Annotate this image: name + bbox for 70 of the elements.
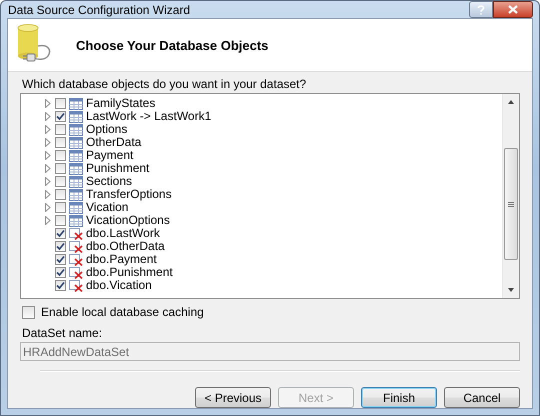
table-icon xyxy=(69,110,83,122)
tree-item-label[interactable]: dbo.Punishment xyxy=(86,266,173,279)
tree-item-label[interactable]: Punishment xyxy=(86,162,150,175)
expand-icon[interactable] xyxy=(43,164,52,173)
checkbox[interactable] xyxy=(55,280,66,291)
expand-icon[interactable] xyxy=(43,99,52,108)
expand-icon[interactable] xyxy=(43,138,52,147)
expand-icon[interactable] xyxy=(43,112,52,121)
broken-table-icon xyxy=(69,254,83,266)
tree-item-label[interactable]: dbo.Vication xyxy=(86,279,152,292)
table-icon xyxy=(69,176,83,188)
tree-item-label[interactable]: dbo.OtherData xyxy=(86,240,165,253)
page-title: Choose Your Database Objects xyxy=(76,38,268,52)
checkbox[interactable] xyxy=(55,241,66,252)
window-title: Data Source Configuration Wizard xyxy=(7,2,192,16)
checkbox[interactable] xyxy=(55,111,66,122)
checkbox[interactable] xyxy=(55,163,66,174)
checkbox[interactable] xyxy=(55,124,66,135)
broken-table-icon xyxy=(69,240,83,252)
tree-item-label[interactable]: LastWork -> LastWork1 xyxy=(86,110,212,123)
table-icon xyxy=(69,202,83,214)
expand-icon[interactable] xyxy=(43,203,52,212)
broken-table-icon xyxy=(69,228,83,240)
wizard-button[interactable]: Finish xyxy=(361,387,437,408)
expand-icon[interactable] xyxy=(43,125,52,134)
help-button[interactable] xyxy=(469,1,493,18)
table-icon xyxy=(69,124,83,136)
table-icon xyxy=(69,162,83,174)
scroll-thumb[interactable] xyxy=(504,148,518,260)
table-icon xyxy=(69,214,83,226)
expand-icon[interactable] xyxy=(43,216,52,225)
close-icon xyxy=(508,5,518,14)
table-icon xyxy=(69,150,83,162)
table-icon xyxy=(69,188,83,200)
tree-item-label[interactable]: VicationOptions xyxy=(86,214,170,227)
prompt-label: Which database objects do you want in your dataset? xyxy=(22,77,308,91)
expand-icon[interactable] xyxy=(43,151,52,160)
wizard-button[interactable]: Cancel xyxy=(444,387,520,408)
scrollbar[interactable] xyxy=(502,94,519,298)
checkbox[interactable] xyxy=(55,267,66,278)
close-button[interactable] xyxy=(493,1,533,18)
expand-icon[interactable] xyxy=(43,177,52,186)
table-icon xyxy=(69,136,83,148)
table-icon xyxy=(69,98,83,110)
tree-item-label[interactable]: dbo.Payment xyxy=(86,253,157,266)
dataset-name-label: DataSet name: xyxy=(22,326,104,340)
checkbox[interactable] xyxy=(55,189,66,200)
broken-table-icon xyxy=(69,280,83,292)
question-mark-icon xyxy=(477,4,485,14)
tree-item-label[interactable]: FamilyStates xyxy=(86,97,156,110)
checkbox[interactable] xyxy=(55,228,66,239)
tree-item-label[interactable]: Vication xyxy=(86,201,128,214)
checkbox[interactable] xyxy=(22,306,35,318)
tree-item-label[interactable]: TransferOptions xyxy=(86,188,172,201)
tree-item-label[interactable]: OtherData xyxy=(86,136,142,149)
expand-icon[interactable] xyxy=(43,190,52,199)
checkbox[interactable] xyxy=(55,254,66,265)
checkbox[interactable] xyxy=(55,176,66,187)
wizard-button[interactable]: < Previous xyxy=(195,387,271,408)
checkbox[interactable] xyxy=(55,137,66,148)
broken-table-icon xyxy=(69,266,83,278)
tree-item-label[interactable]: dbo.LastWork xyxy=(86,227,160,240)
checkbox[interactable] xyxy=(55,202,66,213)
tree-item-label[interactable]: Payment xyxy=(86,149,134,162)
tree-item-label[interactable]: Options xyxy=(86,123,128,136)
checkbox[interactable] xyxy=(55,215,66,226)
tree-item-label[interactable]: Sections xyxy=(86,175,132,188)
caching-label[interactable]: Enable local database caching xyxy=(41,305,204,319)
checkbox[interactable] xyxy=(55,98,66,109)
checkbox[interactable] xyxy=(55,150,66,161)
